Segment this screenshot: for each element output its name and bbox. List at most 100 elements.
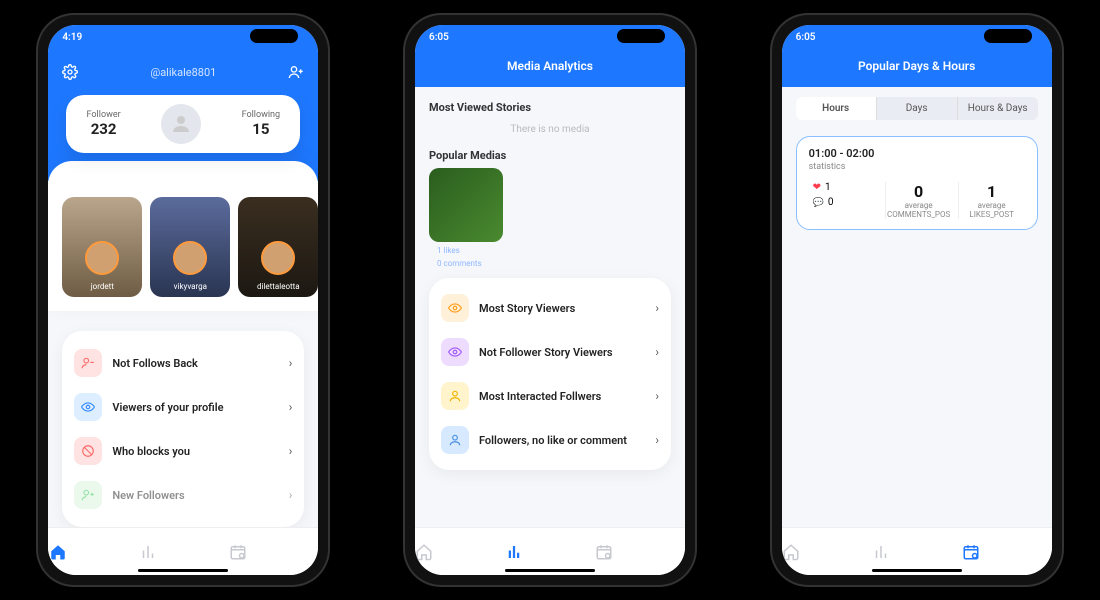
- menu-label: Followers, no like or comment: [479, 434, 645, 447]
- reaction-counts: ❤1 💬0: [809, 182, 879, 219]
- media-comments: 0 comments: [429, 259, 671, 268]
- comment-count: 0: [828, 197, 834, 208]
- story-name: vikyvarga: [150, 282, 230, 291]
- chevron-right-icon: ›: [289, 488, 293, 502]
- page-title: Popular Days & Hours: [782, 49, 1052, 87]
- story-card[interactable]: jordett: [62, 197, 142, 297]
- tab-calendar[interactable]: [595, 543, 684, 561]
- user-icon: [441, 426, 469, 454]
- following-stat[interactable]: Following 15: [242, 110, 281, 138]
- card-subtitle: statistics: [809, 162, 1025, 172]
- chevron-right-icon: ›: [655, 389, 659, 403]
- header: Media Analytics: [415, 49, 685, 87]
- follower-label: Follower: [87, 110, 121, 120]
- metrics-row: ❤ 1 💬 0 0 average COMMENTS_POS 1 average L…: [809, 182, 1025, 219]
- header: @alikale8801: [48, 49, 318, 95]
- analytics-menu: Most Story Viewers › Not Follower Story …: [429, 278, 671, 470]
- menu-item-no-like-comment[interactable]: Followers, no like or comment ›: [441, 418, 659, 462]
- empty-state-text: There is no media: [429, 118, 671, 145]
- menu-label: Most Story Viewers: [479, 302, 645, 315]
- chevron-right-icon: ›: [655, 301, 659, 315]
- comments-label: COMMENTS_POS: [886, 210, 952, 219]
- user-icon: [441, 382, 469, 410]
- phone-2: 6:05 Media Analytics Most Viewed Stories…: [405, 15, 695, 585]
- media-body: Most Viewed Stories There is no media Po…: [415, 87, 685, 527]
- home-scroll: Follower 232 Following 15 jo: [48, 95, 318, 527]
- home-indicator: [138, 569, 228, 572]
- follower-value: 232: [87, 120, 121, 138]
- comment-icon: 💬: [813, 198, 824, 208]
- chevron-right-icon: ›: [289, 400, 293, 414]
- comments-value: 0: [886, 182, 952, 201]
- menu-item-most-story-viewers[interactable]: Most Story Viewers ›: [441, 286, 659, 330]
- menu-label: Who blocks you: [112, 445, 278, 458]
- camera-cutout: [617, 29, 665, 43]
- heart-icon: ❤: [813, 182, 821, 193]
- avatar[interactable]: [161, 104, 201, 144]
- menu-label: New Followers: [112, 489, 278, 502]
- stats-card[interactable]: Follower 232 Following 15: [66, 95, 300, 153]
- story-avatar-ring: [261, 241, 295, 275]
- likes-avg-label: average: [959, 201, 1025, 210]
- stories-panel: jordett vikyvarga dilettaleotta: [48, 161, 318, 311]
- segment-days[interactable]: Days: [876, 97, 957, 120]
- metric-likes: 1 average LIKES_POST: [958, 182, 1025, 219]
- home-indicator: [505, 569, 595, 572]
- menu-label: Not Follows Back: [112, 357, 278, 370]
- time-range: 01:00 - 02:00: [809, 147, 1025, 160]
- chevron-right-icon: ›: [655, 433, 659, 447]
- story-card[interactable]: dilettaleotta: [238, 197, 318, 297]
- phone-1: 4:19 @alikale8801 Follower 232: [38, 15, 328, 585]
- segment-hours-days[interactable]: Hours & Days: [957, 97, 1038, 120]
- follower-stat[interactable]: Follower 232: [87, 110, 121, 138]
- tab-home[interactable]: [49, 543, 138, 561]
- tab-calendar[interactable]: [962, 543, 1051, 561]
- page-title: Media Analytics: [415, 49, 685, 87]
- story-card[interactable]: vikyvarga: [150, 197, 230, 297]
- menu-item-not-follows-back[interactable]: Not Follows Back ›: [74, 341, 292, 385]
- screen-popular-hours: 6:05 Popular Days & Hours Hours Days Hou…: [782, 25, 1052, 575]
- menu-list: Not Follows Back › Viewers of your profi…: [62, 331, 304, 527]
- clock: 4:19: [62, 32, 82, 43]
- gear-icon[interactable]: [62, 64, 78, 80]
- clock: 6:05: [796, 32, 816, 43]
- menu-item-viewers[interactable]: Viewers of your profile ›: [74, 385, 292, 429]
- tab-stats[interactable]: [139, 543, 228, 561]
- spacer: [782, 236, 1052, 527]
- add-user-icon[interactable]: [288, 64, 304, 80]
- menu-item-most-interacted[interactable]: Most Interacted Follwers ›: [441, 374, 659, 418]
- card-header: 01:00 - 02:00 statistics: [809, 147, 1025, 172]
- menu-item-not-follower-story-viewers[interactable]: Not Follower Story Viewers ›: [441, 330, 659, 374]
- camera-cutout: [984, 29, 1032, 43]
- bottom-nav: [48, 527, 318, 575]
- story-avatar-ring: [173, 241, 207, 275]
- chevron-right-icon: ›: [289, 356, 293, 370]
- media-thumbnail[interactable]: [429, 168, 503, 242]
- segment-hours[interactable]: Hours: [796, 97, 876, 120]
- menu-item-blocks[interactable]: Who blocks you ›: [74, 429, 292, 473]
- tab-stats[interactable]: [872, 543, 961, 561]
- section-popular: Popular Medias: [429, 149, 671, 162]
- chevron-right-icon: ›: [655, 345, 659, 359]
- tab-home[interactable]: [415, 543, 504, 561]
- phone-3: 6:05 Popular Days & Hours Hours Days Hou…: [772, 15, 1062, 585]
- home-indicator: [872, 569, 962, 572]
- comments-avg-label: average: [886, 201, 952, 210]
- bottom-nav: [415, 527, 685, 575]
- story-name: dilettaleotta: [238, 282, 318, 291]
- stories-row[interactable]: jordett vikyvarga dilettaleotta: [62, 197, 304, 297]
- eye-icon: [441, 338, 469, 366]
- tab-home[interactable]: [782, 543, 871, 561]
- username-label: @alikale8801: [150, 66, 216, 79]
- screen-media-analytics: 6:05 Media Analytics Most Viewed Stories…: [415, 25, 685, 575]
- section-most-viewed: Most Viewed Stories: [429, 101, 671, 114]
- following-value: 15: [242, 120, 281, 138]
- menu-item-new-followers[interactable]: New Followers ›: [74, 473, 292, 517]
- tab-calendar[interactable]: [229, 543, 318, 561]
- tab-stats[interactable]: [505, 543, 594, 561]
- following-label: Following: [242, 110, 281, 120]
- likes-value: 1: [959, 182, 1025, 201]
- stats-card[interactable]: 01:00 - 02:00 statistics ❤ 1 💬 0 0 average…: [796, 136, 1038, 230]
- bottom-nav: [782, 527, 1052, 575]
- metric-comments: 0 average COMMENTS_POS: [885, 182, 952, 219]
